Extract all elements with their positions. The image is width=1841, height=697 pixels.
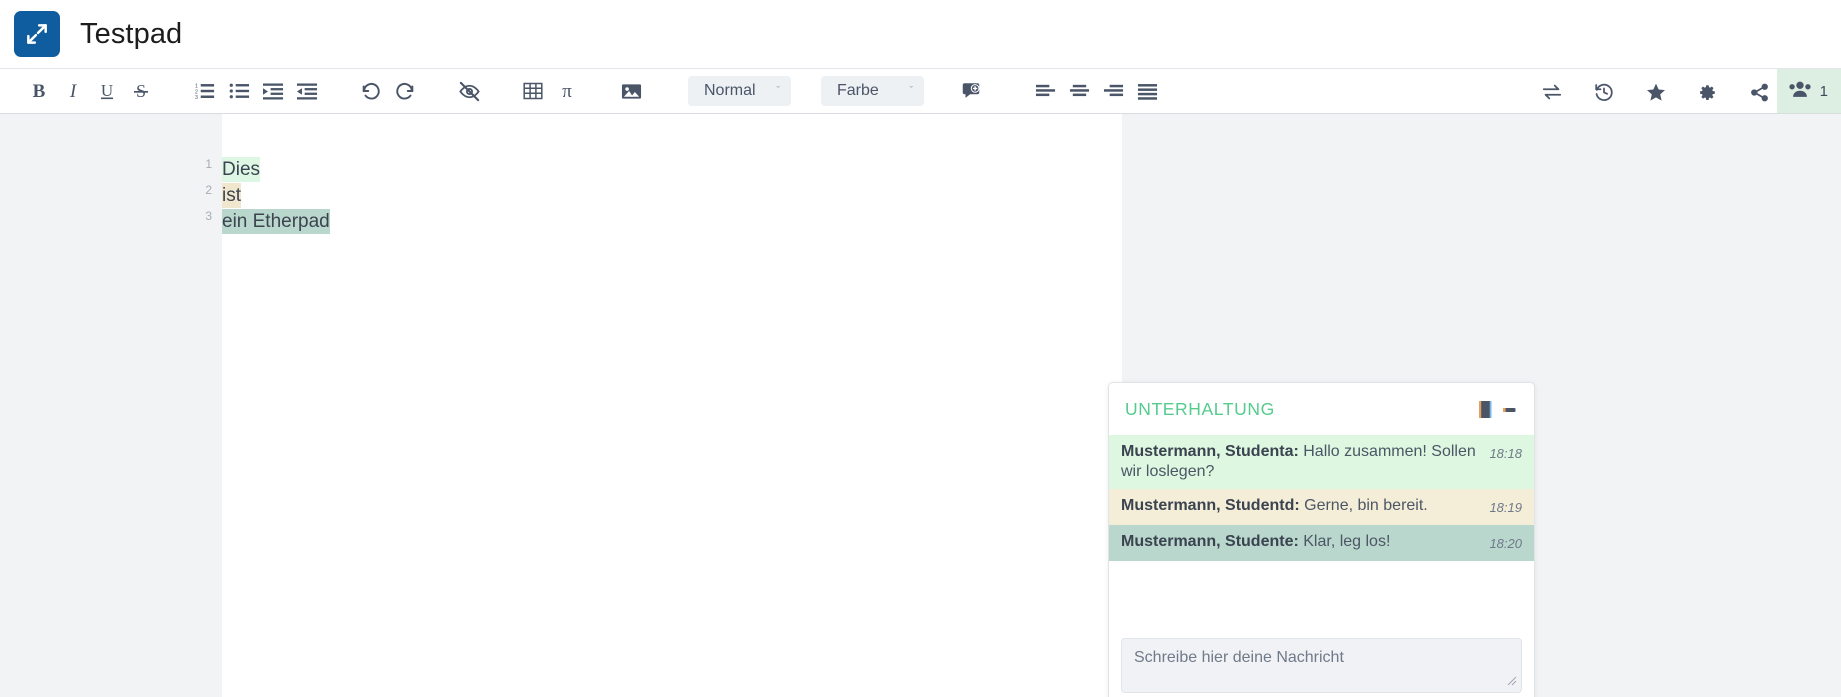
star-button[interactable] <box>1639 69 1673 115</box>
share-button[interactable] <box>1743 69 1777 115</box>
pad-document[interactable]: 1 2 3 Dies ist ein Etherpad <box>163 114 1122 697</box>
users-icon <box>1788 79 1812 104</box>
style-select-value: Normal <box>704 82 756 99</box>
ordered-list-button[interactable]: 1 2 3 <box>188 68 222 114</box>
chat-message-time: 18:19 <box>1489 500 1522 515</box>
toolbar-right-group: 1 <box>1535 69 1841 113</box>
chat-header: UNTERHALTUNG <box>1109 383 1534 435</box>
timeslider-button[interactable] <box>1587 69 1621 115</box>
chat-message: Mustermann, Studenta: Hallo zusammen! So… <box>1109 435 1534 489</box>
chat-title: UNTERHALTUNG <box>1125 398 1275 419</box>
chat-message-author: Mustermann, Studente: <box>1121 533 1299 550</box>
table-button[interactable] <box>516 68 550 114</box>
align-right-button[interactable] <box>1096 68 1130 114</box>
chat-input-area <box>1109 628 1534 697</box>
app-header: Testpad <box>0 0 1841 68</box>
pad-line[interactable]: ein Etherpad <box>222 209 1122 235</box>
line-number: 3 <box>205 209 212 223</box>
expand-arrows-icon[interactable] <box>14 11 60 57</box>
comment-plus-button[interactable] <box>954 68 988 114</box>
chevron-down-icon: ˇ <box>909 84 913 97</box>
chat-message-text: Gerne, bin bereit. <box>1299 497 1428 514</box>
page-title: Testpad <box>80 17 183 50</box>
unordered-list-button[interactable] <box>222 68 256 114</box>
import-export-button[interactable] <box>1535 69 1569 115</box>
minimize-icon[interactable] <box>1499 398 1519 420</box>
color-select-value: Farbe <box>837 82 879 99</box>
pad-line[interactable]: ist <box>222 183 1122 209</box>
svg-text:3: 3 <box>195 95 198 101</box>
align-center-button[interactable] <box>1062 68 1096 114</box>
chat-message-time: 18:18 <box>1489 446 1522 461</box>
chat-message-list[interactable]: Mustermann, Studenta: Hallo zusammen! So… <box>1109 435 1534 628</box>
italic-button[interactable]: I <box>56 68 90 114</box>
chat-message-author: Mustermann, Studentd: <box>1121 497 1300 514</box>
clear-authorship-button[interactable] <box>452 68 486 114</box>
chat-message-author: Mustermann, Studenta: <box>1121 443 1299 460</box>
chevron-down-icon: ˇ <box>776 84 780 97</box>
undo-button[interactable] <box>354 68 388 114</box>
chat-message-time: 18:20 <box>1489 536 1522 551</box>
pad-line-text: Dies <box>222 157 261 182</box>
users-count: 1 <box>1819 82 1828 100</box>
pad-line-text: ist <box>222 183 241 208</box>
strikethrough-button[interactable]: S <box>124 68 158 114</box>
svg-text:B: B <box>33 81 46 101</box>
toolbar-left-group: B I U S 1 2 3 <box>0 69 1535 113</box>
image-button[interactable] <box>614 68 648 114</box>
chat-panel: UNTERHALTUNG Mustermann, Studenta: Hallo… <box>1108 382 1535 697</box>
line-number-gutter: 1 2 3 <box>163 114 222 697</box>
align-left-button[interactable] <box>1028 68 1062 114</box>
line-number: 2 <box>205 183 212 197</box>
color-select[interactable]: Farbe ˇ <box>821 76 924 106</box>
chat-message: Mustermann, Studentd: Gerne, bin bereit.… <box>1109 489 1534 525</box>
users-button[interactable]: 1 <box>1776 69 1841 113</box>
chat-message-text: Klar, leg los! <box>1298 533 1391 550</box>
style-select[interactable]: Normal ˇ <box>688 76 791 106</box>
indent-button[interactable] <box>256 68 290 114</box>
svg-text:I: I <box>69 81 78 101</box>
settings-button[interactable] <box>1691 69 1725 115</box>
redo-button[interactable] <box>388 68 422 114</box>
editor-main-area: 1 2 3 Dies ist ein Etherpad UNTERHALTUNG <box>0 114 1841 697</box>
underline-button[interactable]: U <box>90 68 124 114</box>
svg-text:U: U <box>101 81 113 100</box>
chat-input[interactable] <box>1121 638 1522 693</box>
chat-message: Mustermann, Studente: Klar, leg los! 18:… <box>1109 525 1534 561</box>
align-justify-button[interactable] <box>1130 68 1164 114</box>
pad-text-content[interactable]: Dies ist ein Etherpad <box>222 157 1122 235</box>
pad-line-text: ein Etherpad <box>222 209 330 234</box>
editor-toolbar: B I U S 1 2 3 <box>0 68 1841 114</box>
pad-line[interactable]: Dies <box>222 157 1122 183</box>
pi-icon-button[interactable]: π <box>550 68 584 114</box>
line-number: 1 <box>205 157 212 171</box>
popout-panel-icon[interactable] <box>1475 398 1495 420</box>
bold-button[interactable]: B <box>22 68 56 114</box>
outdent-button[interactable] <box>290 68 324 114</box>
svg-text:π: π <box>562 81 572 101</box>
